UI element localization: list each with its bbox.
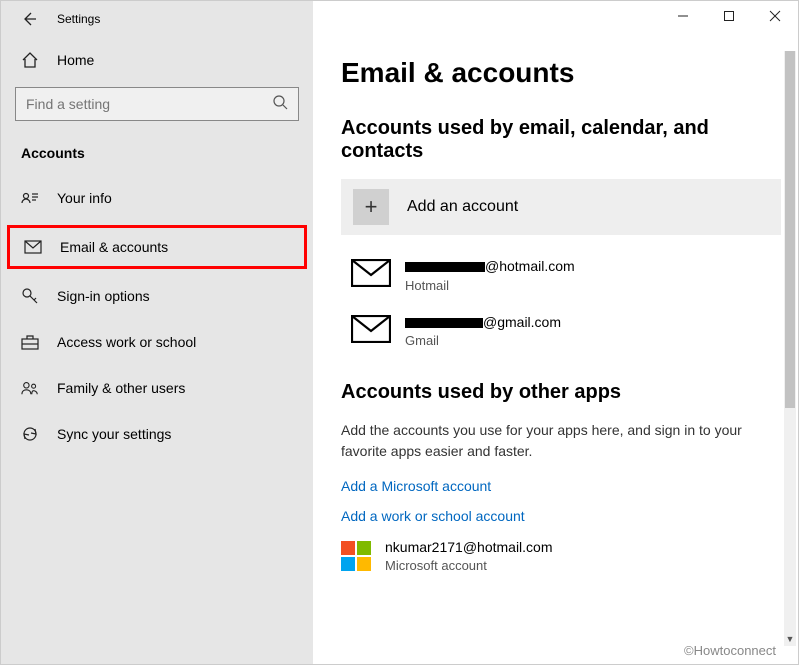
account-text: @gmail.com Gmail	[405, 313, 561, 351]
nav-sync-settings[interactable]: Sync your settings	[1, 411, 313, 457]
person-card-icon	[21, 189, 39, 207]
maximize-button[interactable]	[706, 1, 752, 31]
arrow-left-icon	[21, 11, 37, 27]
sidebar: Settings Home Accounts Your info	[1, 1, 313, 664]
link-add-work-account[interactable]: Add a work or school account	[341, 508, 782, 524]
account-email-suffix: @hotmail.com	[485, 258, 575, 274]
maximize-icon	[723, 10, 735, 22]
account-email-suffix: @gmail.com	[483, 314, 561, 330]
scroll-thumb[interactable]	[785, 51, 795, 408]
page-title: Email & accounts	[341, 57, 782, 89]
home-label: Home	[57, 52, 94, 68]
account-provider: Hotmail	[405, 277, 575, 295]
nav-your-info[interactable]: Your info	[1, 175, 313, 221]
ms-account-email: nkumar2171@hotmail.com	[385, 538, 553, 558]
minimize-icon	[677, 10, 689, 22]
nav-access-work-school[interactable]: Access work or school	[1, 319, 313, 365]
account-entry-hotmail[interactable]: @hotmail.com Hotmail	[341, 257, 782, 295]
home-nav[interactable]: Home	[1, 39, 313, 87]
nav-label: Sign-in options	[57, 288, 150, 304]
nav-label: Family & other users	[57, 380, 185, 396]
people-icon	[21, 379, 39, 397]
titlebar-left: Settings	[1, 7, 313, 39]
account-text: @hotmail.com Hotmail	[405, 257, 575, 295]
nav-family-users[interactable]: Family & other users	[1, 365, 313, 411]
microsoft-logo-icon	[341, 541, 371, 571]
account-text: nkumar2171@hotmail.com Microsoft account	[385, 538, 553, 576]
search-icon	[272, 94, 288, 115]
sync-icon	[21, 425, 39, 443]
add-account-label: Add an account	[407, 198, 518, 216]
mail-icon	[351, 259, 391, 287]
redacted-text	[405, 262, 485, 272]
account-entry-gmail[interactable]: @gmail.com Gmail	[341, 313, 782, 351]
section-other-apps-title: Accounts used by other apps	[341, 381, 782, 404]
content-inner: Email & accounts Accounts used by email,…	[341, 1, 782, 575]
nav-email-accounts[interactable]: Email & accounts	[7, 225, 307, 269]
nav-list: Your info Email & accounts Sign-in optio…	[1, 175, 313, 457]
close-button[interactable]	[752, 1, 798, 31]
scrollbar[interactable]: ▲ ▼	[784, 51, 796, 646]
window-title: Settings	[57, 12, 100, 26]
section-body-text: Add the accounts you use for your apps h…	[341, 420, 761, 462]
mail-icon	[351, 315, 391, 343]
watermark: ©Howtoconnect	[684, 643, 776, 658]
nav-label: Access work or school	[57, 334, 196, 350]
redacted-text	[405, 318, 483, 328]
close-icon	[769, 10, 781, 22]
nav-signin-options[interactable]: Sign-in options	[1, 273, 313, 319]
scroll-down-icon[interactable]: ▼	[784, 634, 796, 648]
add-account-button[interactable]: + Add an account	[341, 179, 781, 235]
section-email-accounts-title: Accounts used by email, calendar, and co…	[341, 117, 782, 163]
key-icon	[21, 287, 39, 305]
search-box[interactable]	[15, 87, 299, 121]
back-button[interactable]	[21, 11, 37, 27]
ms-account-label: Microsoft account	[385, 557, 553, 575]
nav-label: Sync your settings	[57, 426, 171, 442]
content-area: Email & accounts Accounts used by email,…	[313, 1, 798, 664]
nav-label: Your info	[57, 190, 112, 206]
briefcase-icon	[21, 333, 39, 351]
window-controls	[660, 1, 798, 31]
nav-label: Email & accounts	[60, 239, 168, 255]
mail-icon	[24, 238, 42, 256]
plus-icon: +	[353, 189, 389, 225]
home-icon	[21, 51, 39, 69]
ms-account-entry[interactable]: nkumar2171@hotmail.com Microsoft account	[341, 538, 782, 576]
search-input[interactable]	[26, 96, 272, 112]
minimize-button[interactable]	[660, 1, 706, 31]
category-title: Accounts	[1, 141, 313, 175]
link-add-ms-account[interactable]: Add a Microsoft account	[341, 478, 782, 494]
account-provider: Gmail	[405, 332, 561, 350]
